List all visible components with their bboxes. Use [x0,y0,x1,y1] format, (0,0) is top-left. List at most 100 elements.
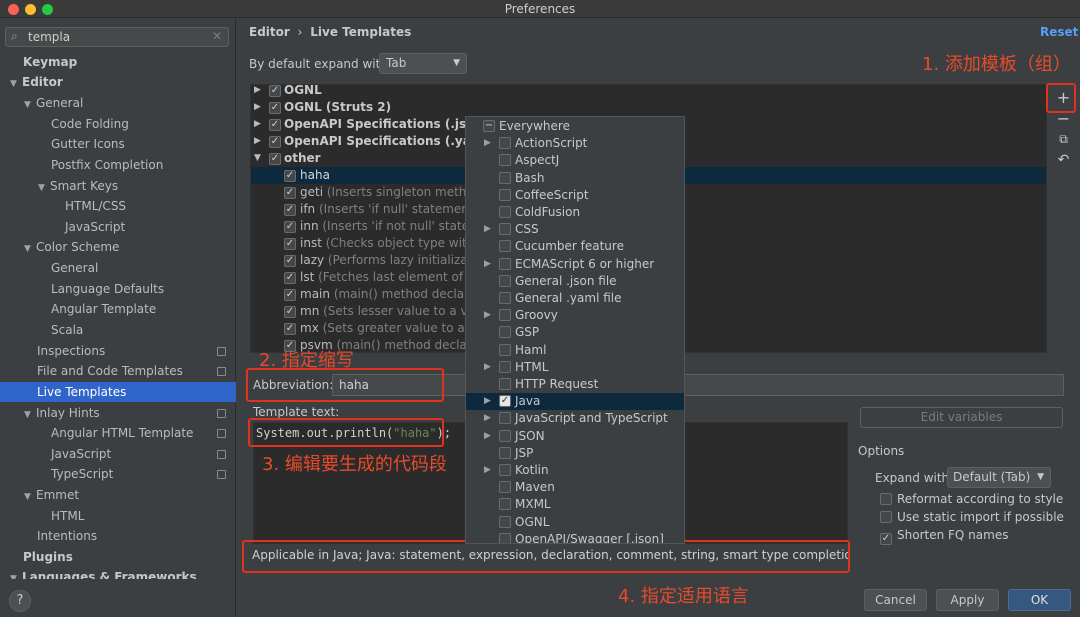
context-checkbox[interactable] [499,464,511,476]
sidebar-item-language-defaults[interactable]: Language Defaults [51,279,164,299]
template-group-row[interactable]: ▶ ✓ OGNL (Struts 2) [251,99,1046,116]
template-checkbox[interactable]: ✓ [284,204,296,216]
copy-icon[interactable]: ⧉ [1047,132,1080,147]
expanded-arrow-icon[interactable]: ▼ [10,569,22,579]
context-checkbox[interactable] [499,360,511,373]
breadcrumb-parent[interactable]: Editor [249,25,290,39]
edit-variables-button[interactable]: Edit variables [860,407,1063,428]
expanded-arrow-icon[interactable]: ▼ [24,95,36,115]
context-checkbox[interactable] [499,326,511,339]
group-checkbox[interactable]: ✓ [269,136,281,148]
context-item[interactable]: Maven [466,479,684,496]
context-item[interactable]: ▶ Kotlin [466,462,684,479]
shorten-fq-checkbox[interactable]: ✓ Shorten FQ names [880,528,1008,545]
context-checkbox[interactable]: ✓ [499,395,511,408]
sidebar-item-plugins[interactable]: Plugins [23,547,73,567]
template-group-row[interactable]: ▶ ✓ OGNL [251,85,1046,99]
context-item[interactable]: HTTP Request [466,376,684,393]
collapsed-arrow-icon[interactable]: ▶ [484,307,491,324]
context-item[interactable]: ▶ ActionScript [466,135,684,152]
template-checkbox[interactable]: ✓ [284,221,296,233]
context-checkbox[interactable] [499,137,511,150]
expanded-arrow-icon[interactable]: ▼ [24,239,36,259]
context-item[interactable]: GSP [466,324,684,341]
sidebar-item-file-code-templates[interactable]: File and Code Templates [37,361,236,381]
sidebar-item-editor[interactable]: ▼ Editor [10,72,63,92]
ok-button[interactable]: OK [1008,589,1071,611]
group-checkbox[interactable]: ✓ [269,119,281,131]
sidebar-item-smart-keys[interactable]: ▼ Smart Keys [38,176,118,196]
checkbox-box[interactable]: ✓ [880,533,892,545]
context-item[interactable]: Cucumber feature [466,238,684,255]
options-expand-with-dropdown[interactable]: Default (Tab) ▼ [947,467,1051,488]
expanded-arrow-icon[interactable]: ▼ [38,178,50,198]
sidebar-item-angular-html-template[interactable]: Angular HTML Template [51,423,236,443]
checkbox-box[interactable] [880,493,892,505]
sidebar-item-postfix-completion[interactable]: Postfix Completion [51,155,163,175]
collapsed-arrow-icon[interactable]: ▶ [484,135,491,152]
apply-button[interactable]: Apply [936,589,999,611]
context-item[interactable]: ▶ ECMAScript 6 or higher [466,256,684,273]
context-item[interactable]: AspectJ [466,152,684,169]
template-checkbox[interactable]: ✓ [284,323,296,335]
context-checkbox[interactable]: − [483,120,495,132]
zoom-window-button[interactable] [42,4,53,15]
template-checkbox[interactable]: ✓ [284,272,296,284]
context-checkbox[interactable] [499,292,511,304]
context-checkbox[interactable] [499,240,511,253]
sidebar-item-languages-frameworks[interactable]: ▼ Languages & Frameworks [10,567,197,579]
collapsed-arrow-icon[interactable]: ▶ [484,428,491,445]
context-checkbox[interactable] [499,446,511,459]
context-checkbox[interactable] [499,498,511,511]
sidebar-item-cs-general[interactable]: General [51,258,98,278]
context-item[interactable]: General .yaml file [466,290,684,307]
context-checkbox[interactable] [499,206,511,218]
context-checkbox[interactable] [499,223,511,236]
context-item[interactable]: JSP [466,445,684,462]
sidebar-item-intentions[interactable]: Intentions [37,526,97,546]
template-checkbox[interactable]: ✓ [284,238,296,250]
context-item[interactable]: ▶ JavaScript and TypeScript [466,410,684,427]
context-item[interactable]: Haml [466,342,684,359]
collapsed-arrow-icon[interactable]: ▶ [484,359,491,376]
expanded-arrow-icon[interactable]: ▼ [254,150,261,167]
sidebar-item-color-scheme[interactable]: ▼ Color Scheme [24,237,119,257]
context-checkbox[interactable] [499,429,511,442]
collapsed-arrow-icon[interactable]: ▶ [484,462,491,479]
context-checkbox[interactable] [499,343,511,356]
expand-with-dropdown[interactable]: Tab ▼ [379,53,467,74]
collapsed-arrow-icon[interactable]: ▶ [484,410,491,427]
sidebar-item-inlay-hints[interactable]: ▼ Inlay Hints [24,403,236,423]
context-checkbox[interactable] [499,257,511,270]
context-checkbox[interactable] [499,532,511,543]
sidebar-item-general[interactable]: ▼ General [24,93,83,113]
context-item[interactable]: CoffeeScript [466,187,684,204]
context-item[interactable]: ▶ ✓ Java [466,393,684,411]
group-checkbox[interactable]: ✓ [269,85,281,97]
context-item[interactable]: OGNL [466,514,684,531]
sidebar-item-code-folding[interactable]: Code Folding [51,114,129,134]
close-window-button[interactable] [8,4,19,15]
template-checkbox[interactable]: ✓ [284,255,296,267]
template-checkbox[interactable]: ✓ [284,170,296,182]
minimize-window-button[interactable] [25,4,36,15]
context-checkbox[interactable] [499,515,511,528]
template-checkbox[interactable]: ✓ [284,187,296,199]
context-checkbox[interactable] [499,378,511,390]
sidebar-item-angular-template[interactable]: Angular Template [51,299,156,319]
restore-icon[interactable]: ↶ [1047,152,1080,168]
sidebar-item-javascript[interactable]: JavaScript [65,217,125,237]
context-item[interactable]: MXML [466,496,684,513]
sidebar-item-emmet[interactable]: ▼ Emmet [24,485,79,505]
context-checkbox[interactable] [499,188,511,201]
sidebar-item-emmet-html[interactable]: HTML [51,506,84,526]
reset-link[interactable]: Reset [1040,25,1078,39]
expanded-arrow-icon[interactable]: ▼ [24,405,36,425]
expanded-arrow-icon[interactable]: ▼ [10,74,22,94]
collapsed-arrow-icon[interactable]: ▶ [484,221,491,238]
sidebar-item-typescript[interactable]: TypeScript [51,464,236,484]
context-item[interactable]: ▶ CSS [466,221,684,238]
context-checkbox[interactable] [499,171,511,184]
sidebar-item-html-css[interactable]: HTML/CSS [65,196,126,216]
context-item[interactable]: ▶ JSON [466,428,684,445]
